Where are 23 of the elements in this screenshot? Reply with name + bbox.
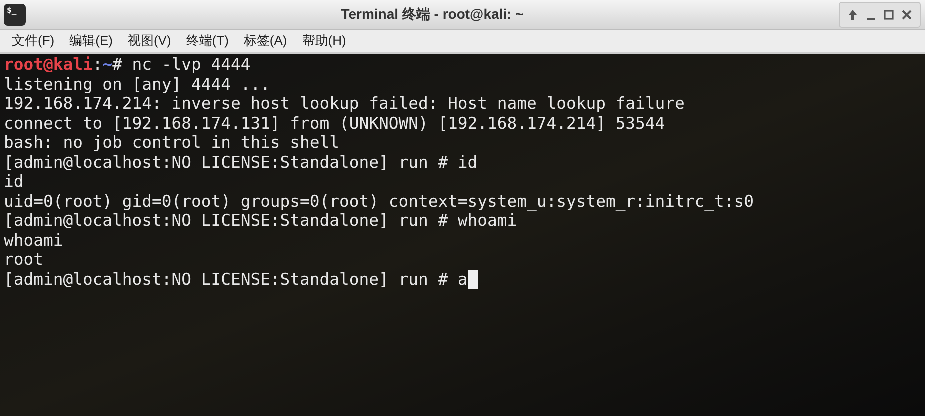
up-arrow-icon[interactable]	[846, 8, 860, 22]
terminal-line: root@kali:~# nc -lvp 4444	[4, 55, 251, 74]
terminal-line: connect to [192.168.174.131] from (UNKNOWN) [192.168.174.214] 53544	[4, 114, 666, 133]
menu-item[interactable]: 终端(T)	[186, 31, 229, 51]
terminal-line: id	[4, 172, 24, 192]
menu-item[interactable]: 标签(A)	[244, 31, 288, 51]
terminal-line: [admin@localhost:NO LICENSE:Standalone] run # whoami	[4, 211, 518, 230]
window-title: Terminal 终端 - root@kali: ~	[341, 5, 524, 24]
menu-item[interactable]: 视图(V)	[128, 31, 172, 51]
close-icon[interactable]	[900, 8, 914, 22]
terminal-line: [admin@localhost:NO LICENSE:Standalone] run # a	[4, 270, 468, 289]
terminal-line: root	[4, 250, 44, 270]
menu-item[interactable]: 帮助(H)	[302, 31, 346, 51]
menu-item[interactable]: 文件(F)	[12, 31, 55, 51]
terminal-line: uid=0(root) gid=0(root) groups=0(root) context=system_u:system_r:initrc_t:s0	[4, 192, 754, 211]
terminal-line: [admin@localhost:NO LICENSE:Standalone] run # id	[4, 152, 478, 172]
terminal-line: listening on [any] 4444 ...	[4, 74, 270, 94]
terminal-line: whoami	[4, 230, 64, 250]
terminal-line: bash: no job control in this shell	[4, 133, 340, 152]
menu-item[interactable]: 编辑(E)	[70, 31, 113, 51]
terminal-line: 192.168.174.214: inverse host lookup failed: Host name lookup failure	[4, 94, 685, 114]
terminal-app-icon: $_	[4, 4, 26, 26]
maximize-icon[interactable]	[882, 8, 896, 22]
